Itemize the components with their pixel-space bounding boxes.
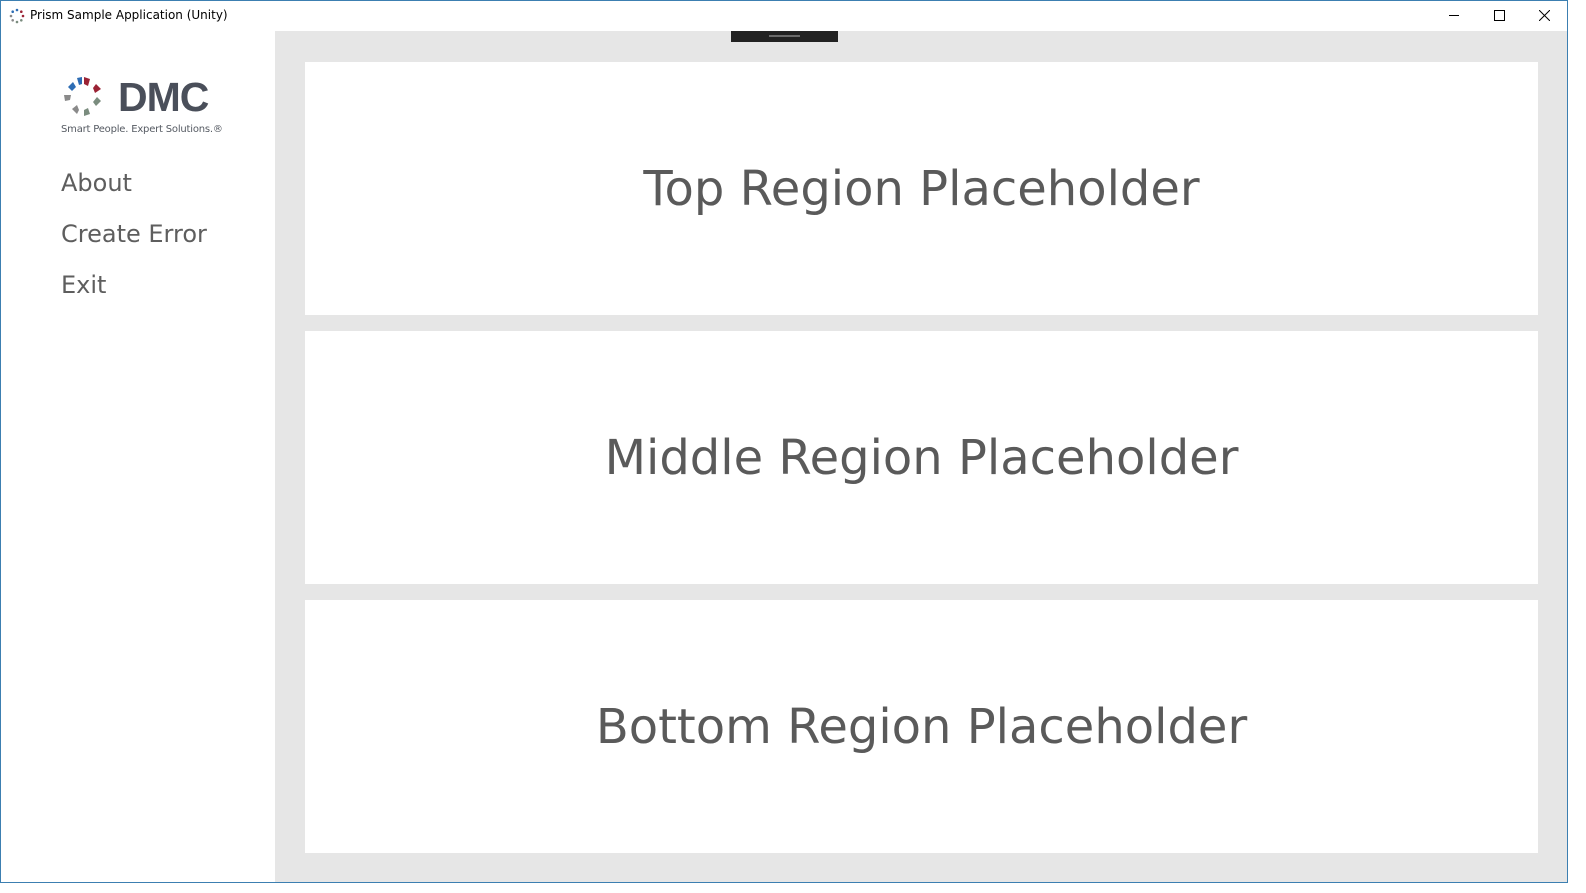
maximize-button[interactable] <box>1477 1 1522 31</box>
sidebar-menu: About Create Error Exit <box>61 163 207 316</box>
middle-region: Middle Region Placeholder <box>305 331 1538 584</box>
minimize-icon <box>1449 15 1459 16</box>
content-area: Top Region Placeholder Middle Region Pla… <box>275 31 1567 882</box>
close-icon <box>1539 10 1550 21</box>
title-bar[interactable]: Prism Sample Application (Unity) <box>1 1 1567 31</box>
top-region: Top Region Placeholder <box>305 62 1538 315</box>
app-window: Prism Sample Application (Unity) DMC Sma… <box>0 0 1568 883</box>
dmc-tagline: Smart People. Expert Solutions.® <box>61 124 223 135</box>
drawer-grip <box>769 35 800 37</box>
maximize-icon <box>1494 10 1505 21</box>
minimize-button[interactable] <box>1432 1 1477 31</box>
sidebar-item-exit[interactable]: Exit <box>61 265 207 316</box>
sidebar-item-about[interactable]: About <box>61 163 207 214</box>
dmc-logo-mark-icon <box>64 77 101 116</box>
drawer-handle[interactable] <box>731 31 838 42</box>
sidebar-item-create-error[interactable]: Create Error <box>61 214 207 265</box>
sidebar: DMC Smart People. Expert Solutions.® Abo… <box>1 31 275 882</box>
dmc-wordmark: DMC <box>118 74 209 120</box>
prism-app-icon <box>9 8 25 24</box>
close-button[interactable] <box>1522 1 1567 31</box>
bottom-region-label: Bottom Region Placeholder <box>595 698 1248 755</box>
bottom-region: Bottom Region Placeholder <box>305 600 1538 853</box>
dmc-logo: DMC Smart People. Expert Solutions.® <box>60 73 223 141</box>
middle-region-label: Middle Region Placeholder <box>604 429 1239 486</box>
window-title: Prism Sample Application (Unity) <box>30 8 228 22</box>
top-region-label: Top Region Placeholder <box>643 160 1200 217</box>
